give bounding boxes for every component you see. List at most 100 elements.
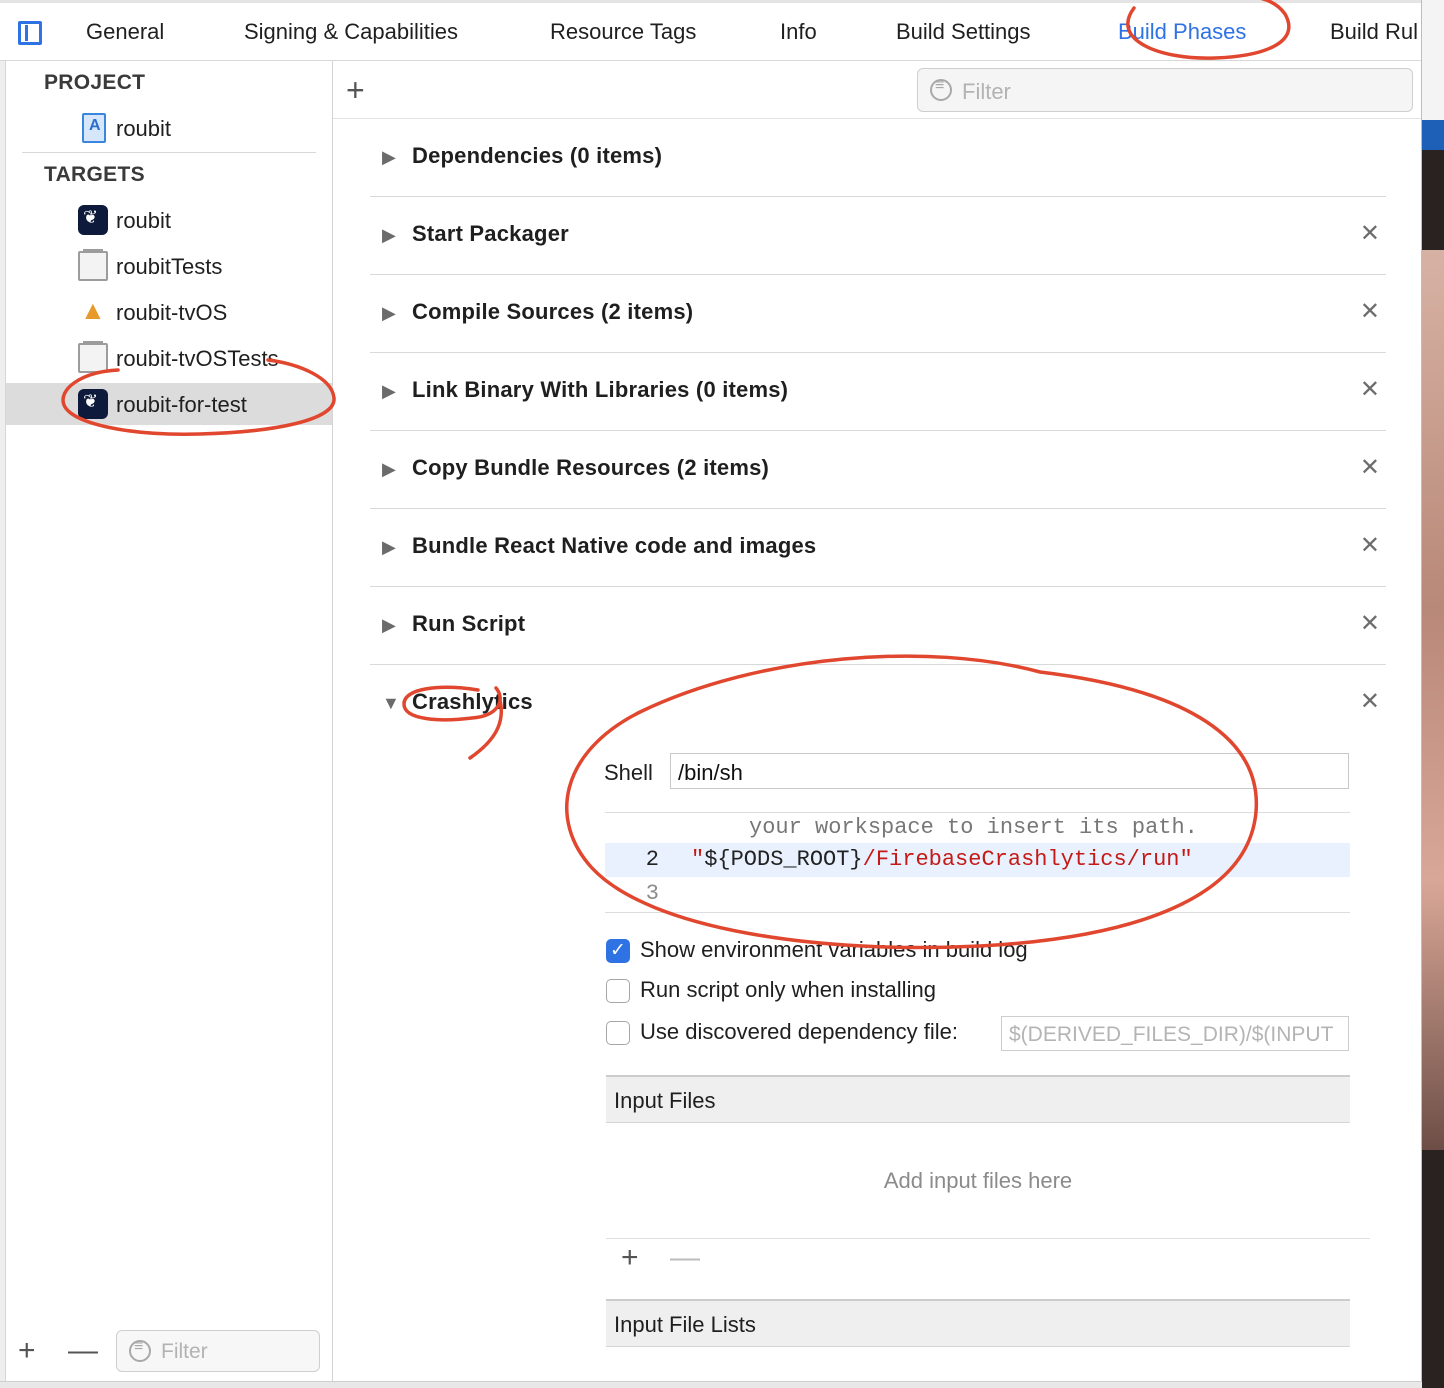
tab-build-rules[interactable]: Build Rul bbox=[1330, 19, 1418, 45]
sidebar-item-label: roubit bbox=[116, 208, 172, 233]
sidebar-item-target-roubit-tvostests[interactable]: roubit-tvOSTests bbox=[6, 337, 332, 379]
build-phases-filter-field[interactable]: Filter bbox=[917, 68, 1413, 112]
remove-phase-icon[interactable]: ✕ bbox=[1360, 687, 1380, 716]
phase-dependencies[interactable]: ▶ Dependencies (0 items) bbox=[370, 119, 1386, 197]
sidebar-item-target-roubittests[interactable]: roubitTests bbox=[6, 245, 332, 287]
window-bottom-border bbox=[0, 1381, 1422, 1388]
phase-compile-sources[interactable]: ▶ Compile Sources (2 items) ✕ bbox=[370, 275, 1386, 353]
dependency-file-input[interactable]: $(DERIVED_FILES_DIR)/$(INPUT bbox=[1001, 1016, 1349, 1051]
phase-title: Copy Bundle Resources (2 items) bbox=[412, 455, 770, 480]
checkbox-label: Show environment variables in build log bbox=[640, 937, 1028, 962]
sidebar-item-target-roubit[interactable]: roubit bbox=[6, 199, 332, 241]
test-bundle-icon bbox=[78, 249, 108, 281]
tab-general[interactable]: General bbox=[86, 19, 164, 45]
add-build-phase-button[interactable]: + bbox=[346, 74, 365, 106]
disclosure-triangle-expanded-icon[interactable]: ▼ bbox=[382, 693, 400, 714]
line-number: 2 bbox=[645, 847, 659, 872]
app-icon bbox=[78, 389, 108, 419]
add-target-button[interactable]: + bbox=[18, 1336, 36, 1366]
input-files-divider bbox=[606, 1238, 1370, 1239]
run-only-installing-checkbox[interactable] bbox=[606, 979, 630, 1003]
background-window-edge bbox=[1422, 0, 1444, 1388]
checkbox-label: Use discovered dependency file: bbox=[640, 1019, 958, 1044]
sidebar-item-label: roubit-tvOS bbox=[116, 300, 228, 325]
project-section-header: PROJECT bbox=[44, 71, 146, 94]
tvos-app-icon bbox=[78, 295, 108, 327]
tab-build-settings[interactable]: Build Settings bbox=[896, 19, 1031, 45]
phase-copy-bundle-resources[interactable]: ▶ Copy Bundle Resources (2 items) ✕ bbox=[370, 431, 1386, 509]
checkbox-label: Run script only when installing bbox=[640, 977, 936, 1002]
tab-resource-tags[interactable]: Resource Tags bbox=[550, 19, 696, 45]
disclosure-triangle-icon[interactable]: ▶ bbox=[382, 381, 396, 402]
filter-placeholder: Filter bbox=[962, 79, 1011, 104]
sidebar-item-label: roubit bbox=[116, 116, 172, 141]
app-icon bbox=[78, 205, 108, 235]
code-line-3: 3 bbox=[605, 877, 1350, 911]
phase-title: Dependencies (0 items) bbox=[412, 143, 663, 168]
phase-bundle-react-native[interactable]: ▶ Bundle React Native code and images ✕ bbox=[370, 509, 1386, 587]
sidebar-item-project-roubit[interactable]: roubit bbox=[6, 107, 332, 149]
remove-input-file-button[interactable]: — bbox=[670, 1243, 700, 1273]
disclosure-triangle-icon[interactable]: ▶ bbox=[382, 537, 396, 558]
code-variable: ${PODS_ROOT} bbox=[704, 847, 863, 872]
shell-label: Shell bbox=[604, 760, 653, 785]
sidebar-toggle-icon[interactable] bbox=[18, 21, 42, 45]
disclosure-triangle-icon[interactable]: ▶ bbox=[382, 147, 396, 168]
remove-phase-icon[interactable]: ✕ bbox=[1360, 219, 1380, 248]
script-editor[interactable]: your workspace to insert its path. 2 "${… bbox=[605, 812, 1350, 913]
disclosure-triangle-icon[interactable]: ▶ bbox=[382, 225, 396, 246]
test-bundle-icon bbox=[78, 341, 108, 373]
code-line-1: your workspace to insert its path. bbox=[605, 811, 1350, 845]
dependency-file-checkbox[interactable] bbox=[606, 1021, 630, 1045]
phase-start-packager[interactable]: ▶ Start Packager ✕ bbox=[370, 197, 1386, 275]
phase-title: Bundle React Native code and images bbox=[412, 533, 817, 558]
sidebar-divider bbox=[22, 152, 316, 153]
code-string: /FirebaseCrashlytics/run bbox=[862, 847, 1180, 872]
remove-phase-icon[interactable]: ✕ bbox=[1360, 453, 1380, 482]
remove-phase-icon[interactable]: ✕ bbox=[1360, 375, 1380, 404]
remove-phase-icon[interactable]: ✕ bbox=[1360, 531, 1380, 560]
editor-tab-bar: General Signing & Capabilities Resource … bbox=[0, 0, 1422, 61]
phase-title: Crashlytics bbox=[412, 689, 533, 714]
input-files-header: Input Files bbox=[606, 1075, 1350, 1123]
line-number: 3 bbox=[645, 881, 659, 906]
phase-title: Run Script bbox=[412, 611, 526, 636]
phase-crashlytics[interactable]: ▼ Crashlytics ✕ bbox=[370, 665, 1386, 743]
add-input-file-button[interactable]: + bbox=[621, 1243, 639, 1273]
targets-section-header: TARGETS bbox=[44, 163, 145, 186]
tab-info[interactable]: Info bbox=[780, 19, 817, 45]
show-env-vars-checkbox[interactable] bbox=[606, 939, 630, 963]
sidebar-item-target-roubit-for-test[interactable]: roubit-for-test bbox=[6, 383, 332, 425]
tab-signing-capabilities[interactable]: Signing & Capabilities bbox=[244, 19, 458, 45]
filter-icon bbox=[930, 77, 952, 101]
sidebar-item-label: roubit-tvOSTests bbox=[116, 346, 279, 371]
tab-build-phases[interactable]: Build Phases bbox=[1118, 19, 1246, 45]
phase-link-binary[interactable]: ▶ Link Binary With Libraries (0 items) ✕ bbox=[370, 353, 1386, 431]
input-file-lists-header: Input File Lists bbox=[606, 1299, 1350, 1347]
disclosure-triangle-icon[interactable]: ▶ bbox=[382, 303, 396, 324]
project-file-icon bbox=[82, 113, 106, 143]
code-comment: your workspace to insert its path. bbox=[749, 815, 1198, 840]
disclosure-triangle-icon[interactable]: ▶ bbox=[382, 459, 396, 480]
remove-phase-icon[interactable]: ✕ bbox=[1360, 609, 1380, 638]
phase-title: Compile Sources (2 items) bbox=[412, 299, 694, 324]
shell-input[interactable]: /bin/sh bbox=[670, 753, 1349, 789]
code-line-2: 2 "${PODS_ROOT}/FirebaseCrashlytics/run" bbox=[605, 843, 1350, 877]
sidebar-item-target-roubit-tvos[interactable]: roubit-tvOS bbox=[6, 291, 332, 333]
input-files-placeholder[interactable]: Add input files here bbox=[606, 1168, 1350, 1194]
disclosure-triangle-icon[interactable]: ▶ bbox=[382, 615, 396, 636]
phase-title: Link Binary With Libraries (0 items) bbox=[412, 377, 789, 402]
input-file-lists-title: Input File Lists bbox=[614, 1312, 756, 1337]
sidebar-filter-placeholder: Filter bbox=[161, 1340, 208, 1363]
remove-target-button[interactable]: — bbox=[68, 1336, 98, 1366]
input-files-title: Input Files bbox=[614, 1088, 716, 1113]
phase-run-script[interactable]: ▶ Run Script ✕ bbox=[370, 587, 1386, 665]
code-quote: " bbox=[691, 847, 705, 872]
sidebar-filter-field[interactable]: Filter bbox=[116, 1330, 320, 1372]
phase-title: Start Packager bbox=[412, 221, 569, 246]
filter-icon bbox=[129, 1338, 151, 1362]
code-quote: " bbox=[1179, 847, 1193, 872]
sidebar-item-label: roubitTests bbox=[116, 254, 223, 279]
remove-phase-icon[interactable]: ✕ bbox=[1360, 297, 1380, 326]
sidebar-item-label: roubit-for-test bbox=[116, 392, 247, 417]
